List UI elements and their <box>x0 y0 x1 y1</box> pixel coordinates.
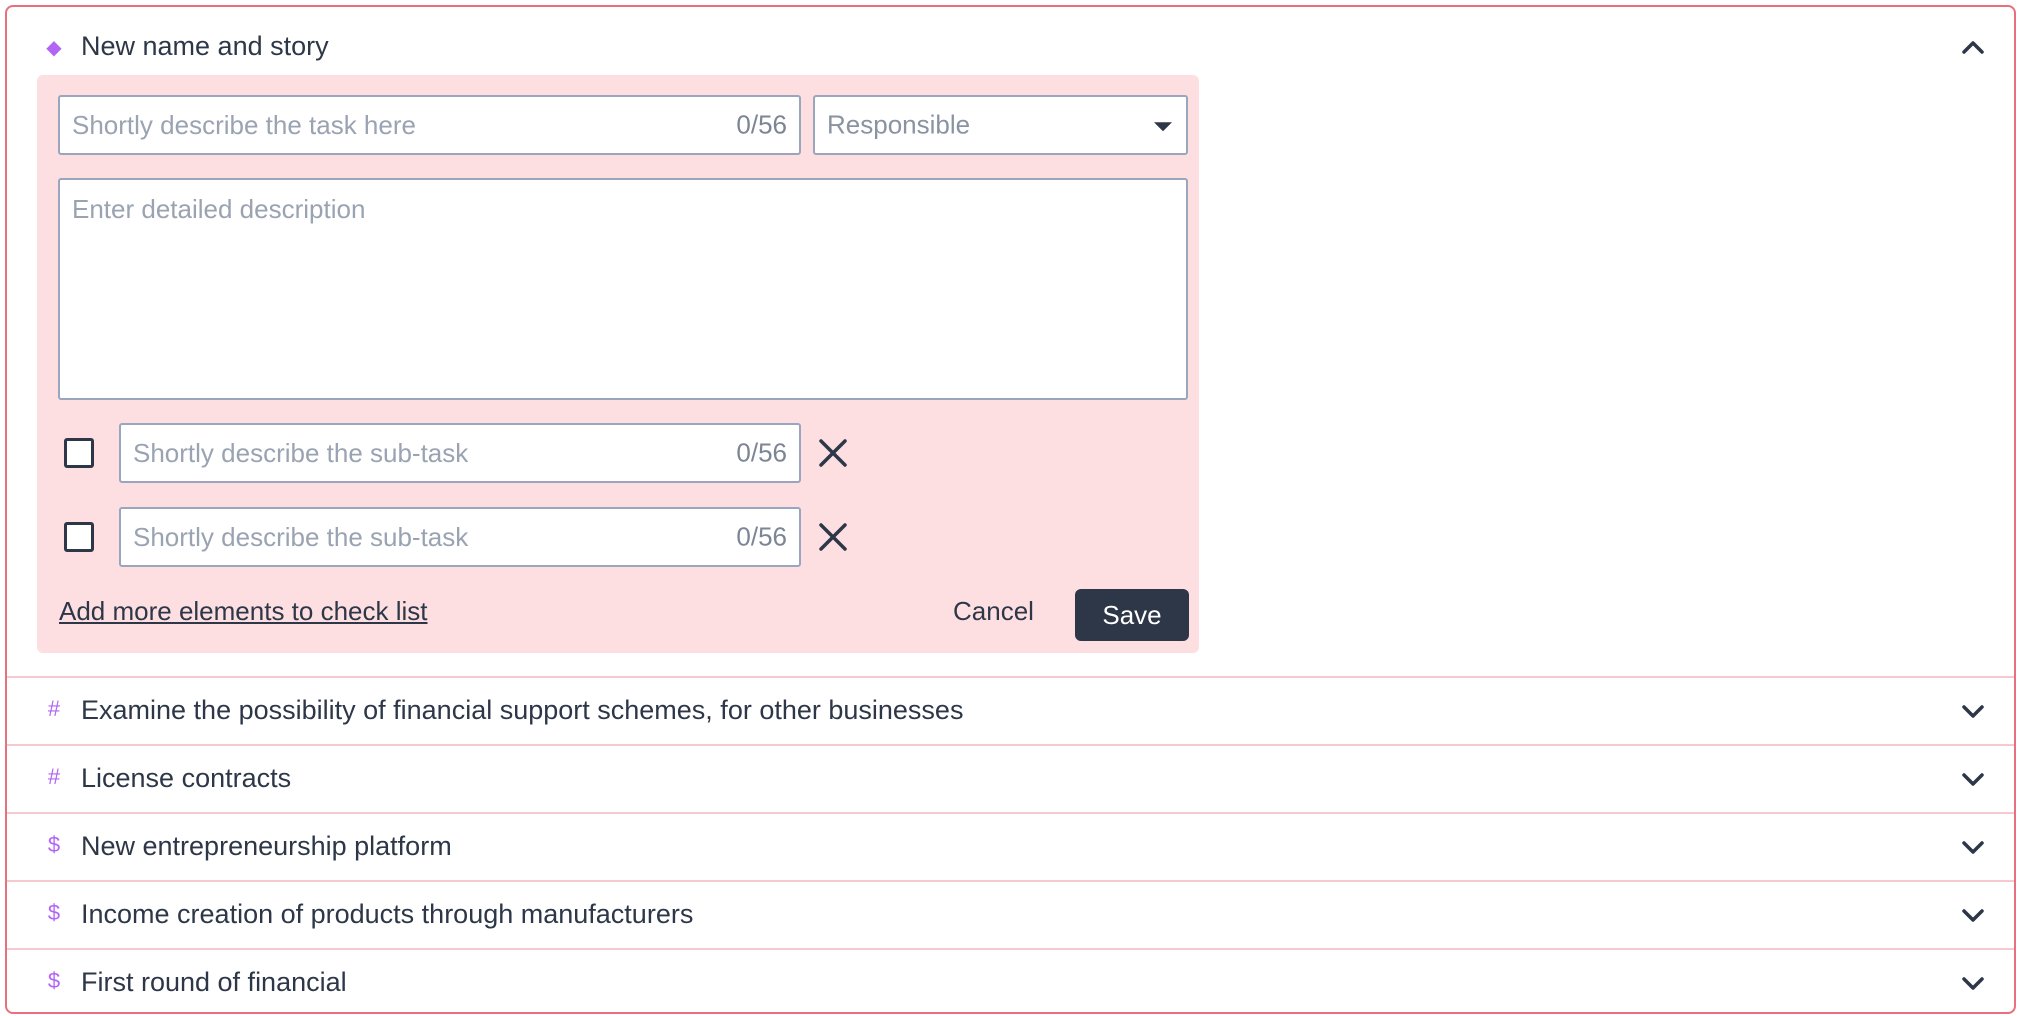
task-title-field[interactable]: 0/56 <box>58 95 801 155</box>
responsible-select[interactable]: Responsible <box>813 95 1188 155</box>
chevron-down-icon[interactable] <box>1956 762 1990 796</box>
dollar-icon: $ <box>47 968 61 993</box>
subtask-checkbox[interactable] <box>64 438 94 468</box>
accordion-item-title: New name and story <box>81 31 329 61</box>
caret-down-icon <box>1154 122 1172 132</box>
close-icon[interactable] <box>817 521 849 553</box>
chevron-down-icon[interactable] <box>1956 694 1990 728</box>
description-field[interactable] <box>58 178 1188 400</box>
chevron-down-icon[interactable] <box>1956 898 1990 932</box>
dollar-icon: $ <box>47 832 61 857</box>
accordion-item[interactable]: $ Income creation of products through ma… <box>7 880 2014 947</box>
task-form: 0/56 Responsible 0/56 0/56 Add m <box>37 75 1199 653</box>
accordion-item-title: License contracts <box>81 763 292 793</box>
accordion-panel: ◆ New name and story 0/56 Responsible 0/… <box>5 5 2016 1014</box>
subtask-input[interactable] <box>121 425 799 481</box>
accordion-item[interactable]: # License contracts <box>7 744 2014 811</box>
subtask-counter: 0/56 <box>736 437 787 468</box>
subtask-counter: 0/56 <box>736 521 787 552</box>
accordion-item-title: Examine the possibility of financial sup… <box>81 695 964 725</box>
accordion-item-title: First round of financial <box>81 967 347 997</box>
accordion-item[interactable]: $ First round of financial <box>7 948 2014 1012</box>
subtask-field[interactable]: 0/56 <box>119 507 801 567</box>
chevron-up-icon[interactable] <box>1956 31 1990 65</box>
hash-icon: # <box>47 696 61 721</box>
accordion-item[interactable]: $ New entrepreneurship platform <box>7 812 2014 879</box>
responsible-select-value: Responsible <box>827 109 971 140</box>
close-icon[interactable] <box>817 437 849 469</box>
dollar-icon: $ <box>47 900 61 925</box>
accordion-item-header-expanded[interactable]: ◆ New name and story <box>7 13 2014 79</box>
accordion-item[interactable]: # Examine the possibility of financial s… <box>7 676 2014 743</box>
task-title-input[interactable] <box>60 97 799 153</box>
subtask-checkbox[interactable] <box>64 522 94 552</box>
description-textarea[interactable] <box>60 180 1186 398</box>
diamond-icon: ◆ <box>46 37 62 59</box>
accordion-item-title: Income creation of products through manu… <box>81 899 694 929</box>
cancel-button[interactable]: Cancel <box>953 596 1034 627</box>
hash-icon: # <box>47 764 61 789</box>
save-button[interactable]: Save <box>1075 589 1189 641</box>
accordion-item-title: New entrepreneurship platform <box>81 831 452 861</box>
chevron-down-icon[interactable] <box>1956 830 1990 864</box>
subtask-field[interactable]: 0/56 <box>119 423 801 483</box>
add-checklist-item-link[interactable]: Add more elements to check list <box>59 596 428 627</box>
chevron-down-icon[interactable] <box>1956 966 1990 1000</box>
task-title-counter: 0/56 <box>736 109 787 140</box>
subtask-input[interactable] <box>121 509 799 565</box>
